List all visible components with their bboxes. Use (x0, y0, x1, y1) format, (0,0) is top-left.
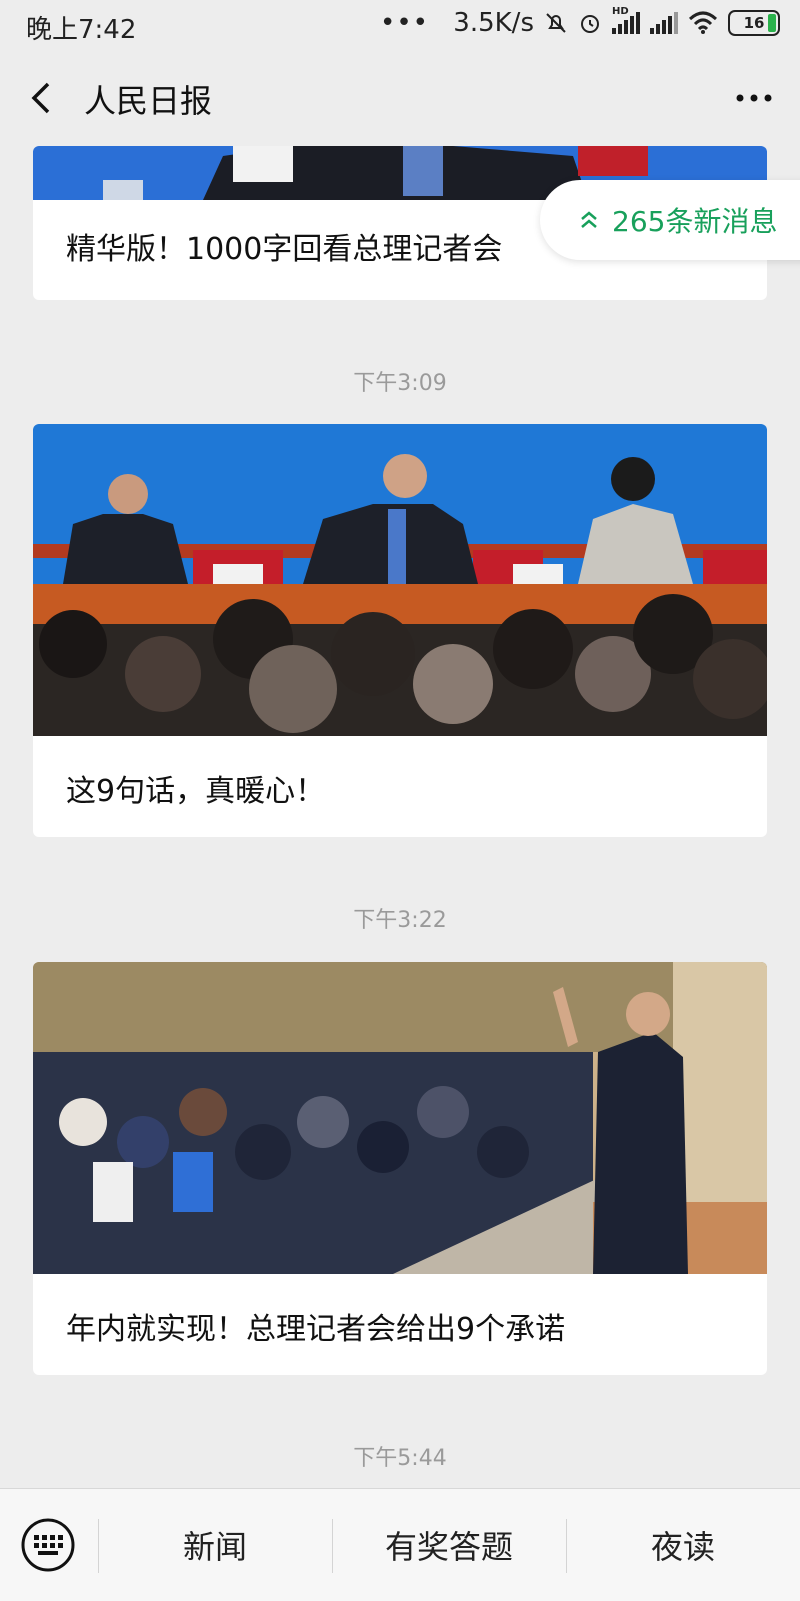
status-bar: 晚上7:42 ••• 3.5K/s HD 16 (0, 0, 800, 50)
article-card-2[interactable]: 这9句话，真暖心！ (33, 424, 767, 837)
article-image-3 (33, 962, 767, 1274)
bottom-menu-bar: 新闻 有奖答题 夜读 (0, 1488, 800, 1601)
timestamp: 下午3:09 (353, 371, 447, 396)
menu-item-news[interactable]: 新闻 (98, 1489, 332, 1601)
more-options-icon[interactable] (734, 80, 774, 116)
status-more-dots: ••• (380, 8, 430, 38)
battery-icon: 16 (728, 10, 780, 36)
menu-item-quiz[interactable]: 有奖答题 (332, 1489, 566, 1601)
mute-icon (546, 13, 566, 33)
article-card-3[interactable]: 年内就实现！总理记者会给出9个承诺 (33, 962, 767, 1375)
keyboard-icon[interactable] (20, 1517, 76, 1573)
double-chevron-up-icon (581, 211, 597, 228)
back-arrow-icon[interactable] (26, 80, 56, 116)
page-title: 人民日报 (84, 82, 213, 120)
status-time: 晚上7:42 (26, 15, 137, 45)
new-messages-label: 265条新消息 (612, 205, 778, 238)
title-bar: 人民日报 (0, 50, 800, 146)
timestamp: 下午3:22 (353, 908, 447, 933)
alarm-icon (581, 15, 599, 33)
article-title-1: 精华版！1000字回看总理记者会 (66, 232, 503, 267)
signal-icon (650, 12, 678, 34)
signal-hd-icon: HD (612, 6, 640, 34)
article-image-2 (33, 424, 767, 736)
article-title-3: 年内就实现！总理记者会给出9个承诺 (66, 1312, 566, 1347)
timestamp: 下午5:44 (353, 1446, 447, 1471)
article-title-2: 这9句话，真暖心！ (66, 774, 326, 809)
new-messages-button[interactable]: 265条新消息 (540, 180, 800, 260)
status-indicators: 3.5K/s HD 16 (453, 6, 780, 38)
menu-item-night-read[interactable]: 夜读 (566, 1489, 800, 1601)
battery-level: 16 (743, 14, 765, 32)
wifi-icon (688, 11, 718, 34)
network-speed: 3.5K/s (453, 8, 534, 38)
